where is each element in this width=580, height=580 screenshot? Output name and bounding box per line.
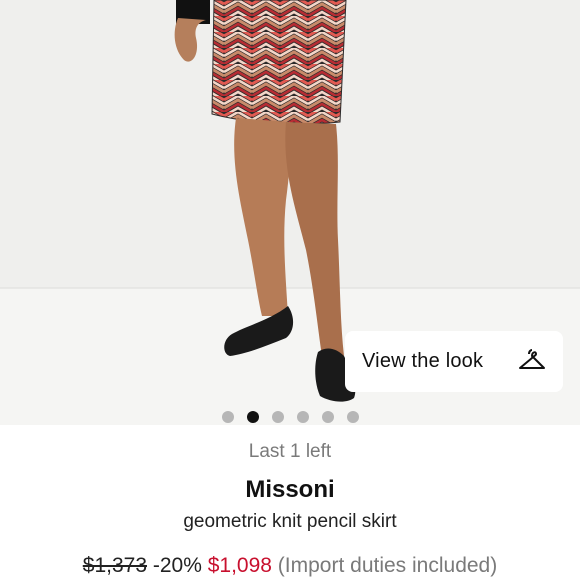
import-duties-note: (Import duties included) [277, 554, 498, 577]
product-name: geometric knit pencil skirt [183, 511, 397, 532]
view-the-look-label: View the look [362, 350, 484, 372]
price-row: $1,373 -20% $1,098 (Import duties includ… [0, 554, 580, 578]
brand-name[interactable]: Missoni [0, 476, 580, 504]
stock-status: Last 1 left [248, 441, 332, 462]
original-price: $1,373 [82, 554, 147, 577]
carousel-dot-3[interactable] [271, 411, 284, 423]
carousel-dot-4[interactable] [296, 411, 309, 423]
sale-price: $1,098 [207, 554, 272, 577]
carousel-dot-1[interactable] [221, 411, 234, 423]
view-the-look-button[interactable]: View the look [345, 331, 563, 392]
discount-percent: -20% [152, 554, 202, 577]
hanger-icon [519, 349, 545, 369]
carousel-dot-5[interactable] [321, 411, 334, 423]
carousel-dot-6[interactable] [346, 411, 359, 423]
carousel-dot-2-active[interactable] [246, 411, 259, 423]
carousel-indicators [0, 411, 580, 425]
